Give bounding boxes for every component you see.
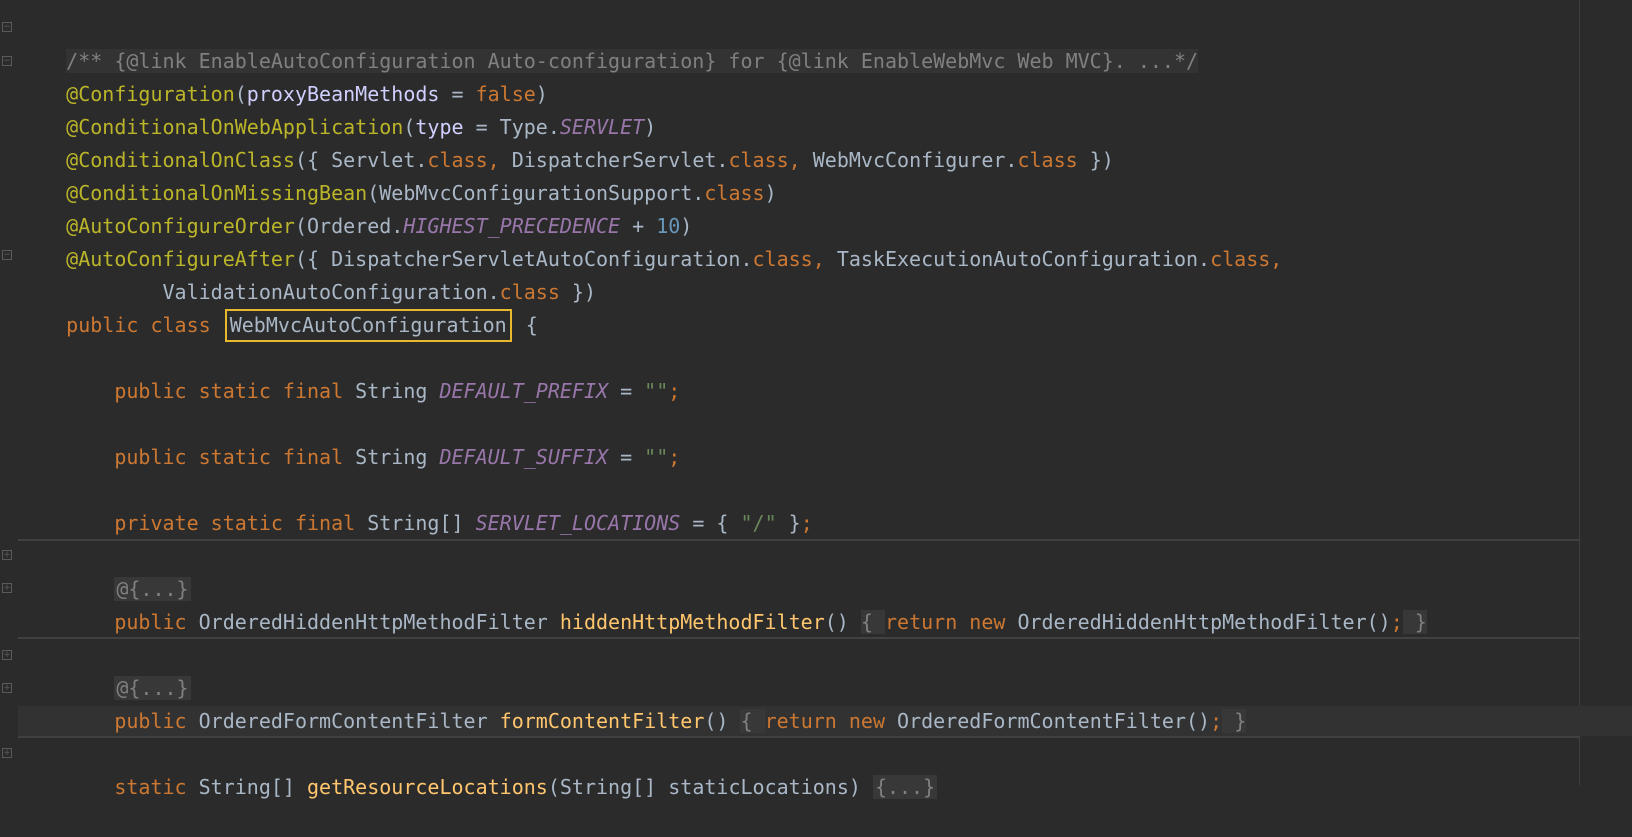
constant: DEFAULT_PREFIX: [439, 379, 609, 403]
semicolon: ;: [668, 379, 681, 403]
method-name[interactable]: formContentFilter: [500, 709, 705, 733]
fold-expand-icon[interactable]: +: [2, 550, 12, 560]
code-line[interactable]: @{...}: [18, 639, 191, 700]
fold-toggle-icon[interactable]: −: [2, 22, 12, 32]
folded-body[interactable]: {...}: [872, 775, 938, 799]
keyword: public static final: [66, 445, 356, 469]
fold-toggle-icon[interactable]: −: [2, 56, 12, 66]
folded-brace[interactable]: }: [1402, 610, 1427, 634]
code-line[interactable]: public static final String DEFAULT_PREFI…: [18, 342, 680, 403]
text: {: [513, 313, 538, 337]
class-name-highlighted[interactable]: WebMvcAutoConfiguration: [224, 309, 512, 342]
text: OrderedFormContentFilter(): [897, 709, 1211, 733]
keyword: public static final: [66, 379, 356, 403]
code-line[interactable]: @Configuration(proxyBeanMethods = false): [18, 45, 548, 106]
code-line[interactable]: ValidationAutoConfiguration.class }): [18, 243, 597, 304]
string: "": [644, 379, 669, 403]
text: }): [559, 280, 596, 304]
semicolon: ;: [668, 445, 681, 469]
text: WebMvcConfigurer.: [812, 148, 1018, 172]
text: ): [764, 181, 777, 205]
text: (): [824, 610, 861, 634]
text: TaskExecutionAutoConfiguration.: [836, 247, 1211, 271]
code-line[interactable]: @AutoConfigureOrder(Ordered.HIGHEST_PREC…: [18, 177, 692, 238]
keyword: class,: [1210, 247, 1283, 271]
text: (String[] staticLocations): [547, 775, 873, 799]
semicolon: ;: [800, 511, 813, 535]
code-line[interactable]: @{...}: [18, 540, 191, 601]
text: }: [776, 511, 801, 535]
keyword: public: [66, 709, 199, 733]
keyword: private static final: [66, 511, 368, 535]
folded-brace[interactable]: {: [860, 610, 885, 634]
keyword: class: [704, 181, 765, 205]
semicolon: ;: [1210, 709, 1223, 733]
keyword: return new: [884, 610, 1018, 634]
string: "": [644, 445, 669, 469]
fold-expand-icon[interactable]: +: [2, 683, 12, 693]
code-line[interactable]: static String[] getResourceLocations(Str…: [18, 738, 938, 799]
text: OrderedHiddenHttpMethodFilter(): [1017, 610, 1391, 634]
type: OrderedHiddenHttpMethodFilter: [198, 610, 560, 634]
fold-expand-icon[interactable]: +: [2, 583, 12, 593]
code-line[interactable]: public OrderedHiddenHttpMethodFilter hid…: [18, 573, 1427, 634]
code-line[interactable]: @AutoConfigureAfter({ DispatcherServletA…: [18, 210, 1282, 271]
method-name[interactable]: getResourceLocations: [307, 775, 548, 799]
type: String[]: [198, 775, 307, 799]
keyword: class,: [752, 247, 837, 271]
code-line[interactable]: @ConditionalOnClass({ Servlet.class, Dis…: [18, 111, 1114, 172]
type: OrderedFormContentFilter: [198, 709, 500, 733]
keyword: class: [1017, 148, 1078, 172]
text: = {: [680, 511, 741, 535]
constant: SERVLET_LOCATIONS: [475, 511, 681, 535]
code-line-class-decl[interactable]: public class WebMvcAutoConfiguration {: [18, 276, 538, 342]
code-editor[interactable]: /** {@link EnableAutoConfiguration Auto-…: [18, 0, 1632, 799]
folded-brace[interactable]: {: [740, 709, 765, 733]
code-line[interactable]: public static final String DEFAULT_SUFFI…: [18, 408, 680, 469]
code-line-doc-comment[interactable]: /** {@link EnableAutoConfiguration Auto-…: [18, 12, 1199, 73]
keyword: public class: [66, 313, 223, 337]
type: String: [355, 445, 440, 469]
code-line[interactable]: private static final String[] SERVLET_LO…: [18, 474, 812, 535]
string: "/": [740, 511, 777, 535]
code-line[interactable]: public OrderedFormContentFilter formCont…: [18, 672, 1247, 733]
code-line[interactable]: @ConditionalOnMissingBean(WebMvcConfigur…: [18, 144, 776, 205]
keyword: public: [66, 610, 199, 634]
text: =: [608, 445, 645, 469]
method-name[interactable]: hiddenHttpMethodFilter: [560, 610, 825, 634]
fold-end-icon[interactable]: −: [2, 250, 12, 260]
code-line[interactable]: @ConditionalOnWebApplication(type = Type…: [18, 78, 656, 139]
text: =: [608, 379, 645, 403]
semicolon: ;: [1390, 610, 1403, 634]
folded-brace[interactable]: }: [1222, 709, 1247, 733]
constant: DEFAULT_SUFFIX: [439, 445, 609, 469]
keyword: static: [66, 775, 199, 799]
text: (): [704, 709, 741, 733]
type: String: [355, 379, 440, 403]
fold-expand-icon[interactable]: +: [2, 748, 12, 758]
editor-gutter: − − − + + + + +: [0, 0, 16, 785]
fold-expand-icon[interactable]: +: [2, 650, 12, 660]
text: }): [1077, 148, 1114, 172]
type: String[]: [367, 511, 476, 535]
keyword: return new: [764, 709, 898, 733]
